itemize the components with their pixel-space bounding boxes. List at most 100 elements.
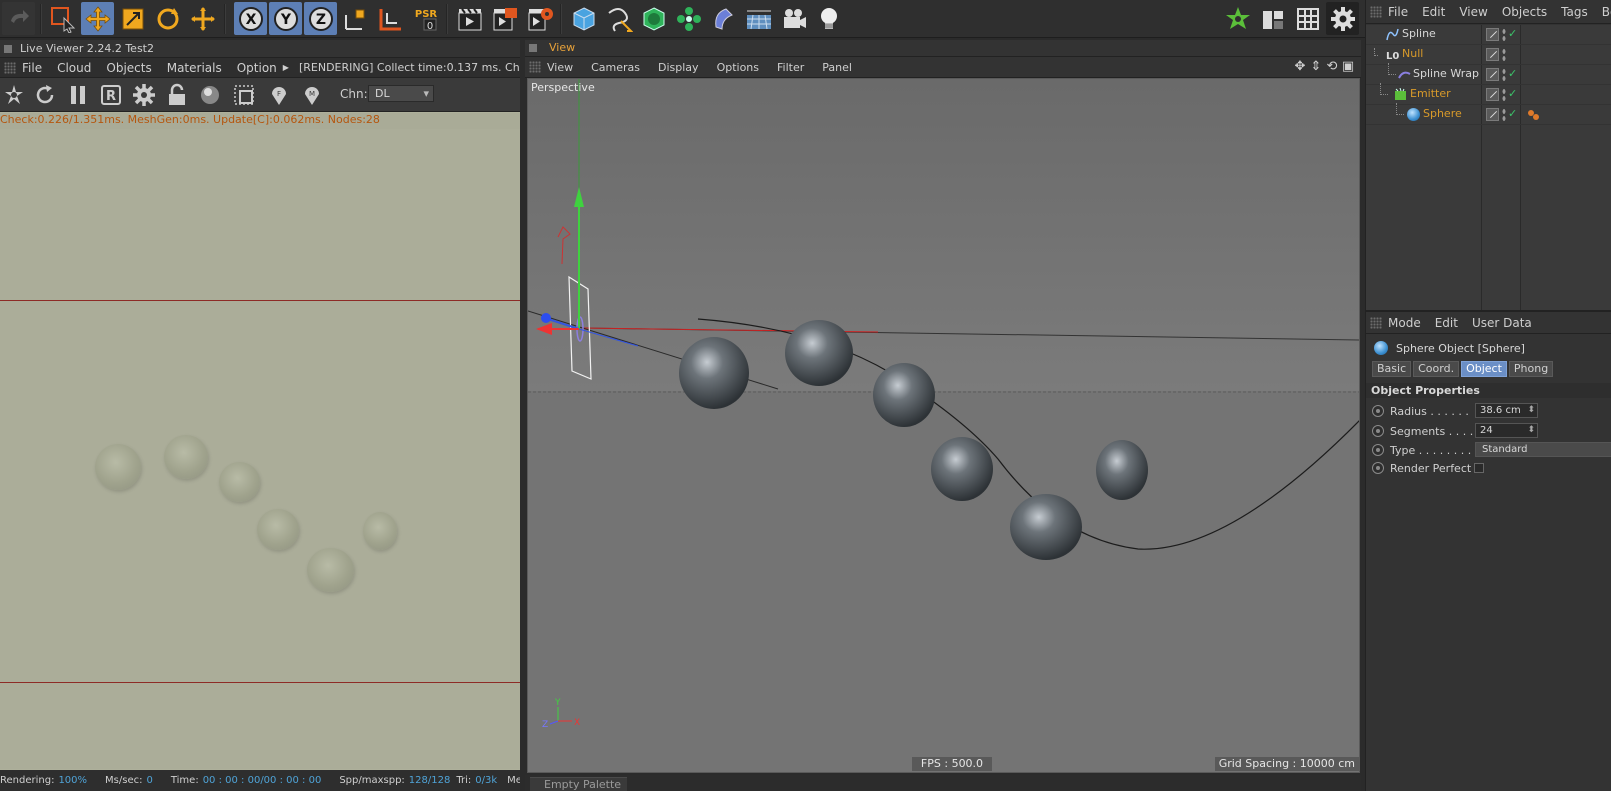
restart-render-icon[interactable] (32, 81, 58, 109)
am-menu-user-data[interactable]: User Data (1472, 316, 1532, 330)
z-axis-lock-button[interactable]: Z (304, 2, 337, 35)
editor-render-dots[interactable] (1502, 28, 1506, 42)
gear-icon[interactable] (1326, 2, 1359, 35)
enabled-checkmark-icon[interactable]: ✓ (1508, 87, 1517, 100)
spline-pen-icon[interactable] (602, 2, 635, 35)
menu-panel[interactable]: Panel (822, 61, 852, 74)
deformer-bend-icon[interactable] (707, 2, 740, 35)
viewport-grid-icon[interactable] (1291, 2, 1324, 35)
z-axis-handle[interactable] (547, 318, 580, 330)
undo-icon[interactable] (2, 2, 35, 35)
animate-radius-icon[interactable] (1372, 405, 1384, 417)
rotate-tool-icon[interactable] (151, 2, 184, 35)
live-render-image[interactable] (0, 129, 520, 769)
x-axis-arrow-icon[interactable] (536, 323, 552, 335)
gear-settings-icon[interactable] (131, 81, 157, 109)
tab-basic[interactable]: Basic (1372, 361, 1412, 377)
menu-overflow-arrow-icon[interactable]: ▶ (283, 63, 289, 72)
tab-coord[interactable]: Coord. (1413, 361, 1460, 377)
om-menu-view[interactable]: View (1459, 5, 1487, 19)
y-axis-lock-button[interactable]: Y (269, 2, 302, 35)
object-row-emitter[interactable]: Emitter ✓ (1366, 83, 1611, 105)
x-axis-lock-button[interactable]: X (234, 2, 267, 35)
render-to-picture-viewer-icon[interactable] (488, 2, 521, 35)
tree-collapse-icon[interactable] (1374, 48, 1378, 56)
type-dropdown[interactable]: Standard (1475, 442, 1611, 457)
menu-view[interactable]: View (547, 61, 573, 74)
panel-menu-icon[interactable] (529, 44, 537, 52)
lock-icon[interactable] (164, 81, 190, 109)
menu-option[interactable]: Option (237, 61, 277, 75)
animate-type-icon[interactable] (1372, 444, 1384, 456)
visibility-toggle[interactable] (1486, 68, 1499, 81)
region-select-icon[interactable] (231, 81, 257, 109)
om-menu-file[interactable]: File (1388, 5, 1408, 19)
visibility-toggle[interactable] (1486, 88, 1499, 101)
maximize-view-icon[interactable]: ▣ (1341, 59, 1355, 75)
am-menu-mode[interactable]: Mode (1388, 316, 1421, 330)
transform-tool-icon[interactable] (186, 2, 219, 35)
sphere-object[interactable] (679, 337, 749, 409)
material-tag-icon[interactable] (1526, 108, 1540, 125)
layout-icon[interactable] (1221, 2, 1254, 35)
grip-icon[interactable] (529, 61, 541, 73)
channel-dropdown[interactable]: DL (368, 85, 434, 102)
enabled-checkmark-icon[interactable]: ✓ (1508, 107, 1517, 120)
radius-field[interactable]: 38.6 cm (1475, 403, 1538, 418)
sphere-object[interactable] (873, 363, 935, 427)
menu-objects[interactable]: Objects (106, 61, 151, 75)
om-menu-tags[interactable]: Tags (1561, 5, 1588, 19)
grip-icon[interactable] (1370, 5, 1382, 18)
editor-render-dots[interactable] (1502, 68, 1506, 82)
menu-file[interactable]: File (22, 61, 42, 75)
object-row-null[interactable]: L0 Null (1366, 45, 1611, 65)
y-axis-arrow-icon[interactable] (574, 187, 584, 207)
tab-object[interactable]: Object (1461, 361, 1507, 377)
object-row-spline-wrap[interactable]: Spline Wrap ✓ (1366, 63, 1611, 85)
editor-render-dots[interactable] (1502, 88, 1506, 102)
tab-phong[interactable]: Phong (1508, 361, 1554, 377)
menu-cloud[interactable]: Cloud (57, 61, 91, 75)
sphere-object[interactable] (785, 320, 853, 386)
zoom-view-icon[interactable]: ⇕ (1309, 59, 1323, 75)
render-settings-icon[interactable] (523, 2, 556, 35)
material-ball-icon[interactable] (197, 81, 223, 109)
render-perfect-checkbox[interactable] (1474, 463, 1484, 473)
pick-focus-icon[interactable]: F (266, 81, 292, 109)
camera-icon[interactable] (777, 2, 810, 35)
grip-icon[interactable] (4, 61, 16, 74)
light-bulb-icon[interactable] (812, 2, 845, 35)
pause-icon[interactable] (65, 81, 91, 109)
object-row-spline[interactable]: Spline ✓ (1366, 25, 1611, 45)
empty-palette-tab[interactable]: Empty Palette (530, 777, 628, 791)
cube-primitive-icon[interactable] (567, 2, 600, 35)
subdivision-surface-icon[interactable] (637, 2, 670, 35)
editor-render-dots[interactable] (1502, 108, 1506, 122)
visibility-toggle[interactable] (1486, 108, 1499, 121)
object-row-sphere[interactable]: Sphere ✓ (1366, 103, 1611, 125)
render-view-icon[interactable] (453, 2, 486, 35)
object-coordinate-system-icon[interactable] (339, 2, 372, 35)
segments-field[interactable]: 24 (1475, 423, 1538, 438)
enabled-checkmark-icon[interactable]: ✓ (1508, 67, 1517, 80)
menu-display[interactable]: Display (658, 61, 699, 74)
om-menu-edit[interactable]: Edit (1422, 5, 1445, 19)
world-coordinate-system-icon[interactable] (374, 2, 407, 35)
grip-icon[interactable] (1370, 316, 1382, 329)
scale-tool-icon[interactable] (116, 2, 149, 35)
menu-cameras[interactable]: Cameras (591, 61, 640, 74)
select-tool-icon[interactable] (46, 2, 79, 35)
sphere-object[interactable] (1010, 494, 1082, 560)
editor-render-dots[interactable] (1502, 48, 1506, 62)
visibility-toggle[interactable] (1486, 28, 1499, 41)
visibility-toggle[interactable] (1486, 48, 1499, 61)
sphere-object[interactable] (1096, 440, 1148, 500)
cloner-icon[interactable] (672, 2, 705, 35)
settings-star-icon[interactable] (1, 81, 27, 109)
om-menu-objects[interactable]: Objects (1502, 5, 1547, 19)
panel-menu-icon[interactable] (4, 45, 12, 53)
z-axis-handle-icon[interactable] (541, 313, 551, 323)
move-tool-icon[interactable] (81, 2, 114, 35)
floor-environment-icon[interactable] (742, 2, 775, 35)
rotate-view-icon[interactable]: ⟲ (1325, 59, 1339, 75)
